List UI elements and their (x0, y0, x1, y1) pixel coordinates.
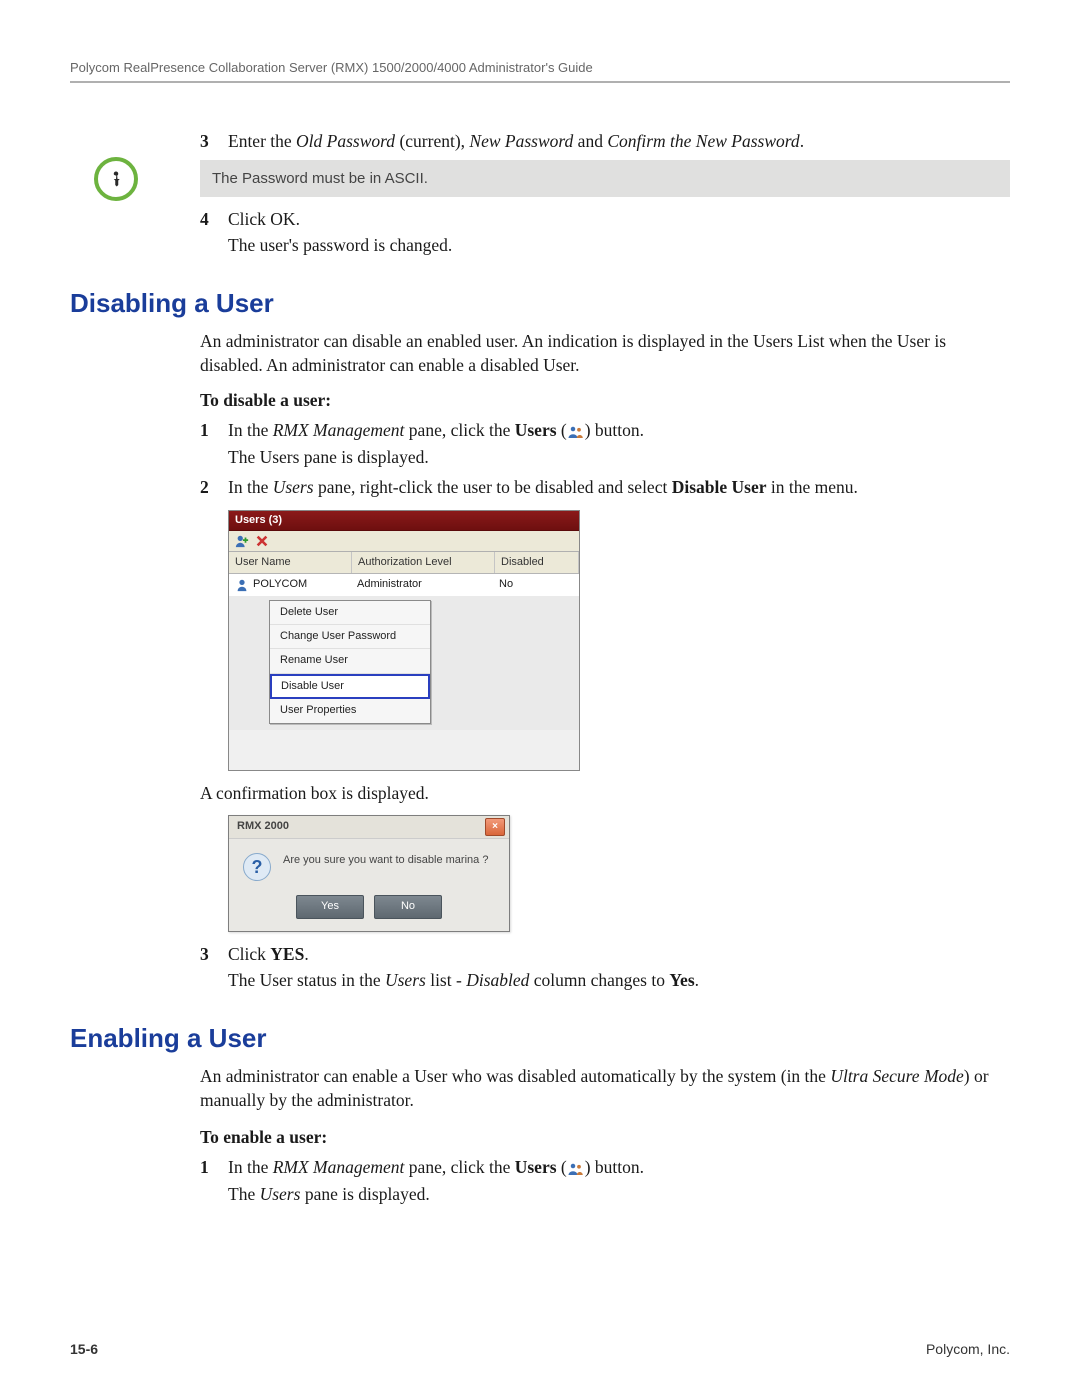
page-number: 15-6 (70, 1341, 98, 1357)
heading-enabling: Enabling a User (70, 1023, 1010, 1054)
menu-delete-user: Delete User (270, 601, 430, 625)
users-pane-toolbar (229, 531, 579, 552)
table-row: POLYCOM Administrator No (229, 574, 579, 595)
dialog-title: RMX 2000 (237, 819, 289, 834)
procedure-label: To disable a user: (200, 388, 1010, 413)
step-result: The Users pane is displayed. (228, 445, 1010, 470)
step-text: In the RMX Management pane, click the Us… (228, 418, 1010, 443)
step-result: The User status in the Users list - Disa… (228, 968, 1010, 993)
user-context-menu: Delete User Change User Password Rename … (269, 600, 431, 724)
step-text: Enter the Old Password (current), New Pa… (228, 129, 1010, 154)
step-text: In the Users pane, right-click the user … (228, 475, 1010, 500)
step-number: 4 (200, 207, 228, 232)
step-number: 3 (200, 942, 228, 967)
users-icon (567, 1161, 585, 1177)
no-button: No (374, 895, 442, 918)
menu-change-password: Change User Password (270, 625, 430, 649)
menu-user-properties: User Properties (270, 699, 430, 722)
pin-tip-icon (94, 157, 138, 201)
step-number: 3 (200, 129, 228, 154)
step-text: In the RMX Management pane, click the Us… (228, 1155, 1010, 1180)
step-result: The Users pane is displayed. (228, 1182, 1010, 1207)
step-text: Click YES. (228, 942, 1010, 967)
dialog-message: Are you sure you want to disable marina … (283, 853, 488, 868)
confirm-intro: A confirmation box is displayed. (200, 781, 1010, 806)
heading-disabling: Disabling a User (70, 288, 1010, 319)
users-pane-screenshot: Users (3) User Name Authorization Level … (228, 510, 580, 771)
delete-user-icon (255, 534, 269, 548)
question-icon: ? (243, 853, 271, 881)
menu-disable-user: Disable User (270, 674, 430, 699)
yes-button: Yes (296, 895, 364, 918)
step-number: 2 (200, 475, 228, 500)
confirm-dialog-screenshot: RMX 2000 × ? Are you sure you want to di… (228, 815, 510, 931)
users-pane-title: Users (3) (229, 511, 579, 531)
footer-brand: Polycom, Inc. (926, 1341, 1010, 1357)
close-icon: × (485, 818, 505, 836)
user-row-icon (235, 578, 249, 592)
users-columns: User Name Authorization Level Disabled (229, 552, 579, 574)
intro-text: An administrator can enable a User who w… (200, 1064, 1010, 1113)
step-number: 1 (200, 1155, 228, 1180)
step-text: Click OK. (228, 207, 1010, 232)
step-number: 1 (200, 418, 228, 443)
intro-text: An administrator can disable an enabled … (200, 329, 1010, 378)
add-user-icon (235, 534, 249, 548)
users-icon (567, 424, 585, 440)
step-result: The user's password is changed. (228, 233, 1010, 258)
header-guide-title: Polycom RealPresence Collaboration Serve… (70, 60, 1010, 83)
ascii-note: The Password must be in ASCII. (200, 160, 1010, 197)
procedure-label: To enable a user: (200, 1125, 1010, 1150)
menu-rename-user: Rename User (270, 649, 430, 673)
